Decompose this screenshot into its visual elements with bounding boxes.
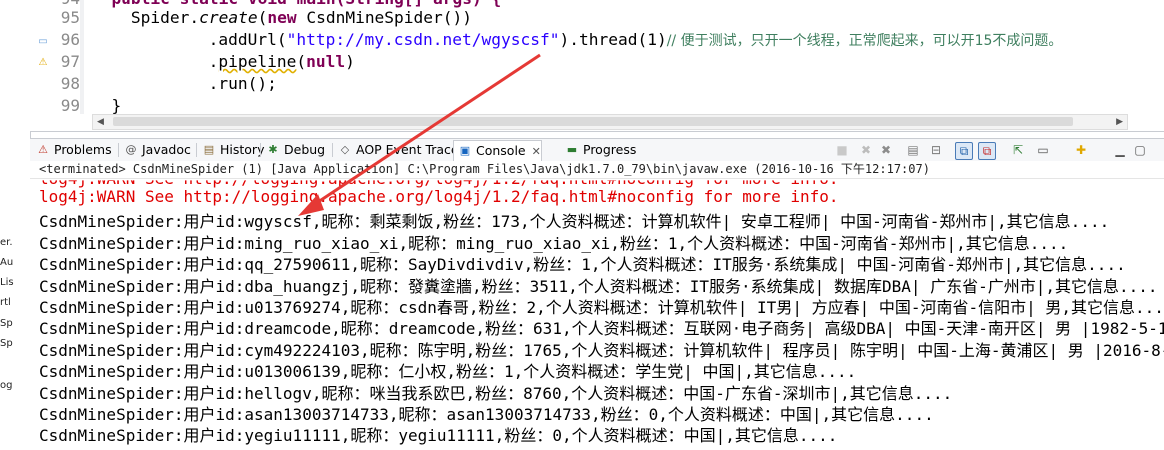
code-token: }: [111, 96, 122, 115]
tab-label: Progress: [583, 142, 637, 157]
code-token: null: [306, 52, 346, 71]
console-line: CsdnMineSpider:用户id:cym492224103,昵称：陈宇明,…: [39, 340, 1164, 360]
code-token: new: [267, 8, 297, 27]
scroll-right-icon[interactable]: ▶: [1116, 115, 1123, 129]
console-line: CsdnMineSpider:用户id:u013006139,昵称：仁小权,粉丝…: [39, 362, 857, 382]
code-line[interactable]: .run();: [209, 74, 277, 93]
console-line: CsdnMineSpider:用户id:dba_huangzj,昵称：發糞塗牆,…: [39, 276, 1158, 296]
debug-icon: ✱: [268, 143, 278, 156]
code-token: pipeline: [218, 52, 297, 71]
explorer-item[interactable]: og: [0, 380, 12, 391]
open-console-icon[interactable]: ✚: [1073, 142, 1089, 158]
code-line[interactable]: Spider.create(new CsdnMineSpider()): [131, 8, 472, 27]
tab-separator: [196, 143, 197, 157]
show-on-output-icon[interactable]: ⧉: [955, 142, 973, 160]
tab-label: Javadoc: [142, 142, 191, 157]
console-line: CsdnMineSpider:用户id:qq_27590611,昵称：SayDi…: [39, 255, 1126, 275]
display-console-icon[interactable]: ▭: [1035, 142, 1051, 158]
code-token: .: [208, 52, 219, 71]
explorer-item[interactable]: Sp: [0, 318, 13, 329]
minimize-icon[interactable]: ▁: [1112, 142, 1128, 158]
aop-event-trace-icon: ◇: [340, 143, 350, 156]
code-token: .run();: [208, 74, 277, 93]
line-number: 98: [60, 74, 80, 93]
bottom-view-tabs: ⚠ Problems @ Javadoc ▤ History ✱ Debug ◇ AOP Even…: [30, 138, 1164, 162]
code-token: // 便于测试，只开一个线程，正常爬起来，可以开15不成问题。: [666, 33, 1063, 49]
line-number: 94: [34, 0, 80, 8]
tab-separator: [260, 143, 261, 157]
remove-all-icon[interactable]: ✖: [878, 142, 894, 158]
tab-progress[interactable]: ▬ Progress: [561, 140, 637, 160]
problems-icon: ⚠: [38, 143, 48, 156]
code-line[interactable]: public static void main(String[] args) {: [111, 0, 501, 8]
terminate-icon[interactable]: ■: [834, 142, 850, 158]
editor-horizontal-scrollbar[interactable]: ◀ ▶: [92, 114, 1128, 130]
code-editor[interactable]: 949596979899▭⚠ ◀ ▶ public static void ma…: [30, 0, 1164, 132]
bookmark-icon: ▭: [38, 36, 48, 47]
console-line: CsdnMineSpider:用户id:dreamcode,昵称：dreamco…: [39, 319, 1164, 339]
console-line: CsdnMineSpider:用户id:u013769274,昵称：csdn春哥…: [39, 298, 1164, 317]
tab-separator: [332, 143, 333, 157]
console-line-partial: log4j:WARN See http://logging.apache.org…: [39, 180, 839, 188]
line-number: 95: [60, 8, 80, 27]
code-line[interactable]: .pipeline(null): [209, 52, 355, 71]
code-token: ).thread(1): [559, 30, 667, 49]
history-icon: ▤: [203, 143, 215, 156]
code-line[interactable]: .addUrl("http://my.csdn.net/wgyscsf").th…: [209, 30, 1063, 50]
tab-javadoc[interactable]: @ Javadoc: [120, 140, 191, 160]
javadoc-icon: @: [125, 143, 137, 156]
maximize-icon[interactable]: ▢: [1132, 142, 1148, 158]
remove-launch-icon[interactable]: ✖: [858, 142, 874, 158]
console-status-line: <terminated> CsdnMineSpider (1) [Java Ap…: [30, 161, 1164, 179]
console-line: CsdnMineSpider:用户id:asan13003714733,昵称：a…: [39, 405, 934, 424]
explorer-item[interactable]: Sp: [0, 338, 13, 349]
line-number-gutter: 949596979899▭⚠: [30, 0, 80, 115]
show-on-error-icon[interactable]: ⧉: [978, 142, 996, 160]
code-token: ): [345, 52, 355, 71]
line-number: 99: [60, 96, 80, 115]
code-token: (: [296, 52, 307, 71]
tab-debug[interactable]: ✱ Debug: [262, 140, 325, 160]
clear-console-icon[interactable]: ▤: [905, 142, 921, 158]
scroll-left-icon[interactable]: ◀: [97, 115, 104, 129]
pin-console-icon[interactable]: ⇱: [1010, 142, 1026, 158]
tab-console[interactable]: ▣ Console ✕: [453, 140, 542, 161]
console-line: CsdnMineSpider:用户id:wgyscsf,昵称：剩菜剩饭,粉丝：1…: [39, 212, 1110, 232]
scrollbar-thumb[interactable]: [113, 117, 1073, 126]
code-token: (: [257, 8, 268, 27]
code-token: create: [199, 8, 258, 27]
explorer-item[interactable]: rtl: [0, 297, 11, 308]
console-output[interactable]: log4j:WARN See http://logging.apache.org…: [30, 179, 1164, 450]
tab-label: History: [220, 142, 265, 157]
code-token: CsdnMineSpider()): [296, 8, 473, 27]
tab-label: Console: [476, 143, 526, 158]
tab-history[interactable]: ▤ History: [198, 140, 265, 160]
tab-separator: [118, 143, 119, 157]
annotation-ruler: [80, 0, 84, 114]
tab-problems[interactable]: ⚠ Problems: [32, 140, 112, 160]
scroll-lock-icon[interactable]: ⊟: [928, 142, 944, 158]
warning-icon[interactable]: ⚠: [37, 57, 49, 69]
explorer-item[interactable]: Au: [0, 257, 13, 268]
console-line: CsdnMineSpider:用户id:ming_ruo_xiao_xi,昵称：…: [39, 233, 1069, 253]
console-line: log4j:WARN See http://logging.apache.org…: [39, 187, 839, 206]
console-line: CsdnMineSpider:用户id:yegiu11111,昵称：yegiu1…: [39, 426, 838, 446]
console-line: CsdnMineSpider:用户id:hellogv,昵称：咪当我系欧巴,粉丝…: [39, 383, 953, 403]
code-token: Spider.: [130, 8, 200, 27]
tab-aop-event-trace[interactable]: ◇ AOP Event Trace: [334, 140, 459, 160]
close-icon[interactable]: ✕: [532, 145, 541, 158]
tab-label: Problems: [54, 142, 112, 157]
tab-label: AOP Event Trace: [356, 142, 459, 157]
explorer-item[interactable]: Lis: [0, 277, 14, 288]
code-token: "http://my.csdn.net/wgyscsf": [286, 30, 560, 49]
package-explorer-strip: er. Au Lis rtl Sp Sp og: [0, 0, 31, 450]
console-icon: ▣: [459, 144, 471, 157]
code-line[interactable]: }: [111, 96, 121, 115]
code-token: public static void main(String[] args) {: [111, 0, 501, 8]
code-token: .addUrl(: [208, 30, 287, 49]
progress-icon: ▬: [566, 143, 578, 156]
explorer-item[interactable]: er.: [0, 237, 13, 248]
tab-label: Debug: [284, 142, 326, 157]
